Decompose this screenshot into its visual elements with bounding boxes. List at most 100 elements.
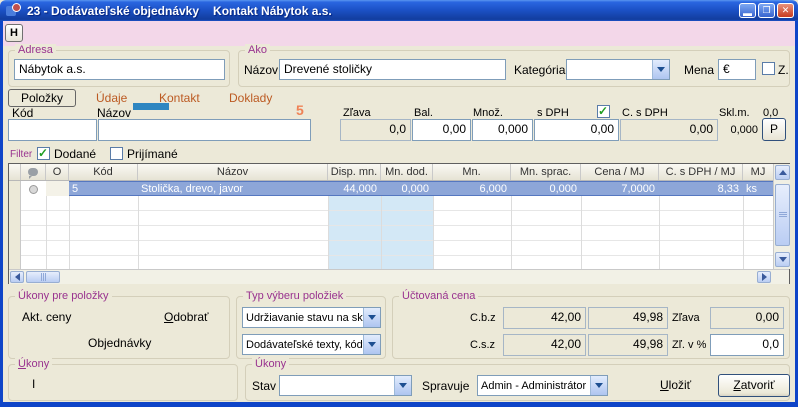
- p-button[interactable]: P: [762, 118, 786, 141]
- chevron-down-icon[interactable]: [590, 376, 607, 395]
- stock-mode-value: Udržiavanie stavu na skl: [243, 312, 363, 324]
- mena-input[interactable]: €: [718, 59, 756, 80]
- app-icon: [6, 3, 21, 18]
- chevron-down-icon[interactable]: [652, 60, 669, 79]
- scroll-up-icon[interactable]: [775, 165, 790, 180]
- zatvorit-label: Zatvoriť: [733, 375, 774, 396]
- sdph-label: s DPH: [537, 107, 569, 119]
- row-mndod: 0,000: [381, 181, 433, 196]
- cbz-field-2: 49,98: [588, 307, 668, 329]
- comment-column-header[interactable]: [21, 164, 46, 180]
- col-mn[interactable]: Mn.: [433, 164, 511, 180]
- window-title-contact: Kontakt Nábytok a.s.: [213, 4, 332, 18]
- csz-field-1: 42,00: [503, 334, 586, 356]
- nazov-label: Názov: [244, 63, 278, 77]
- window-title-main: 23 - Dodávateľské objednávky: [27, 4, 199, 18]
- chevron-down-icon[interactable]: [363, 335, 380, 354]
- spravuje-select[interactable]: Admin - Administrátor: [477, 375, 608, 396]
- nazov-input[interactable]: Drevené stoličky: [279, 59, 506, 80]
- col-nazov[interactable]: Názov: [138, 164, 328, 180]
- col-disp[interactable]: Disp. mn.: [328, 164, 381, 180]
- tab-udaje[interactable]: Údaje: [96, 91, 127, 105]
- table-header: O Kód Názov Disp. mn. Mn. dod. Mn. Mn. s…: [9, 164, 773, 181]
- col-o[interactable]: O: [46, 164, 69, 180]
- sdph-checkbox[interactable]: [597, 105, 610, 118]
- row-marker-cell: [9, 181, 21, 196]
- col-csdph[interactable]: C. s DPH / MJ: [659, 164, 743, 180]
- row-mnsprac: 0,000: [511, 181, 581, 196]
- row-csdph: 8,33: [659, 181, 743, 196]
- maximize-button[interactable]: ❐: [758, 3, 775, 18]
- kod-input[interactable]: [8, 119, 97, 141]
- item-actions-caption: Úkony pre položky: [15, 290, 112, 302]
- price-zlava-label: Zľava: [672, 312, 700, 324]
- nazov-entry-input[interactable]: [98, 119, 311, 141]
- dodane-checkbox[interactable]: [37, 147, 50, 160]
- cbz-field-1: 42,00: [503, 307, 586, 329]
- ukony-main-caption: Úkony: [252, 358, 289, 370]
- comment-icon: [28, 168, 38, 176]
- horizontal-scroll-thumb[interactable]: [26, 271, 60, 283]
- sdph-field[interactable]: 0,00: [534, 119, 619, 141]
- stock-mode-select[interactable]: Udržiavanie stavu na skl: [242, 307, 381, 328]
- csdph-field: 0,00: [620, 119, 718, 141]
- row-comment-cell: [21, 181, 46, 196]
- filter-label: Filter: [10, 149, 32, 160]
- window-border-left: [0, 21, 3, 407]
- row-mj: ks: [743, 181, 773, 196]
- chevron-down-icon[interactable]: [363, 308, 380, 327]
- kategoria-select[interactable]: [566, 59, 670, 80]
- col-cena[interactable]: Cena / MJ: [581, 164, 659, 180]
- ukony-left-caption: Úkony: [15, 358, 52, 370]
- zlava-label: Zľava: [343, 107, 371, 119]
- csz-field-2: 49,98: [588, 334, 668, 356]
- zatvorit-button[interactable]: Zatvoriť: [718, 374, 790, 397]
- horizontal-scrollbar[interactable]: [9, 269, 789, 284]
- scroll-left-icon[interactable]: [10, 271, 24, 283]
- mnoz-field[interactable]: 0,000: [472, 119, 533, 141]
- z-label: Z.: [778, 63, 789, 77]
- tab-doklady[interactable]: Doklady: [229, 91, 272, 105]
- app-window: 23 - Dodávateľské objednávky Kontakt Náb…: [0, 0, 798, 407]
- zl-pct-field[interactable]: 0,0: [710, 334, 784, 356]
- prijimane-checkbox[interactable]: [110, 147, 123, 160]
- csz-label: C.s.z: [470, 339, 495, 351]
- col-kod[interactable]: Kód: [69, 164, 138, 180]
- z-checkbox[interactable]: [762, 62, 775, 75]
- col-mj[interactable]: MJ: [743, 164, 773, 180]
- chevron-down-icon[interactable]: [394, 376, 411, 395]
- scroll-down-icon[interactable]: [775, 252, 790, 267]
- h-button[interactable]: H: [5, 24, 23, 42]
- vertical-scroll-thumb[interactable]: [775, 184, 790, 246]
- items-table: O Kód Názov Disp. mn. Mn. dod. Mn. Mn. s…: [8, 163, 790, 284]
- minimize-button[interactable]: ▬: [739, 3, 756, 18]
- table-row[interactable]: 5 Stolička, drevo, javor 44,000 0,000 6,…: [9, 181, 773, 196]
- kategoria-label: Kategória: [514, 63, 565, 77]
- toolbar-strip: [3, 21, 795, 46]
- progress-bar: [133, 103, 169, 110]
- row-kod: 5: [69, 181, 138, 196]
- col-mnsprac[interactable]: Mn. sprac.: [511, 164, 581, 180]
- title-bar[interactable]: 23 - Dodávateľské objednávky Kontakt Náb…: [0, 0, 798, 21]
- vertical-scrollbar[interactable]: [773, 164, 790, 269]
- odobrat-action[interactable]: Odobrať: [164, 310, 209, 324]
- adresa-input[interactable]: Nábytok a.s.: [14, 59, 225, 80]
- sklm-label: Skl.m.: [719, 107, 750, 119]
- close-button[interactable]: ✕: [777, 3, 794, 18]
- supplier-text-select[interactable]: Dodávateľské texty, kódy: [242, 334, 381, 355]
- akt-ceny-action[interactable]: Akt. ceny: [22, 310, 71, 324]
- ulozit-action[interactable]: Uložiť: [660, 378, 691, 392]
- scroll-right-icon[interactable]: [757, 271, 771, 283]
- ukony-left-content: I: [32, 377, 35, 391]
- selector-column-header[interactable]: [9, 164, 21, 180]
- tab-polozky[interactable]: Položky: [8, 89, 76, 107]
- ako-caption: Ako: [245, 44, 270, 56]
- stav-select[interactable]: [279, 375, 412, 396]
- adresa-caption: Adresa: [15, 44, 56, 56]
- selection-type-caption: Typ výberu položiek: [243, 290, 346, 302]
- col-mndod[interactable]: Mn. dod.: [381, 164, 433, 180]
- bal-field[interactable]: 0,00: [412, 119, 471, 141]
- objednavky-action[interactable]: Objednávky: [88, 336, 151, 350]
- zl-pct-label: Zľ. v %: [672, 339, 706, 351]
- row-cena: 7,0000: [581, 181, 659, 196]
